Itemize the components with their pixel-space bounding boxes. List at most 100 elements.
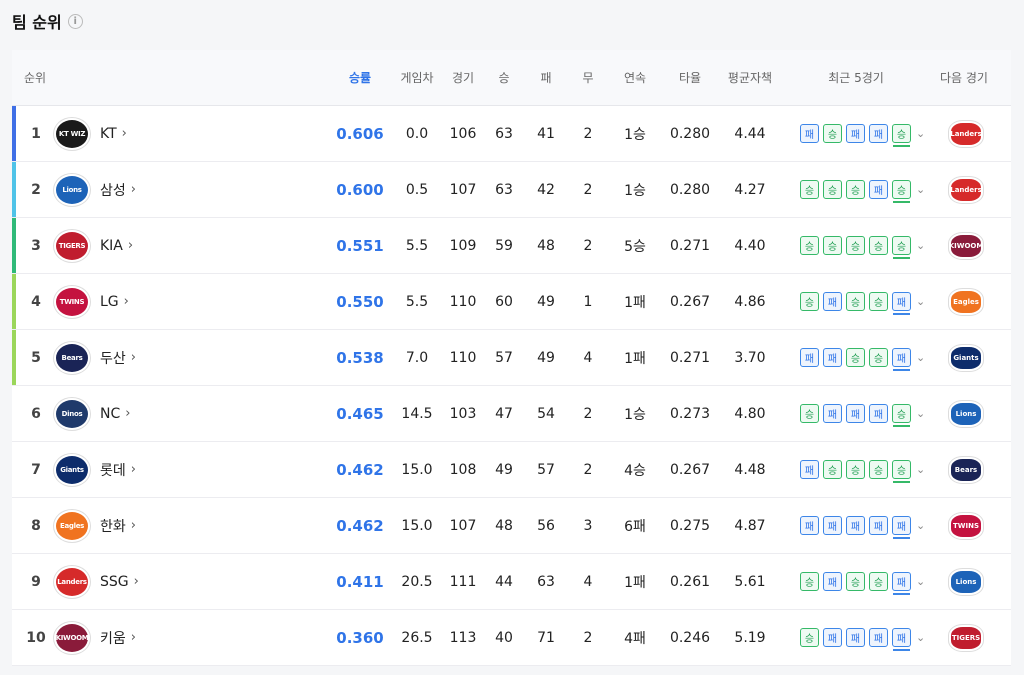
recent-game-badge: 승 [800, 404, 819, 423]
team-logo-icon: KT WIZ [54, 117, 90, 150]
next-game[interactable]: Bears [948, 442, 984, 497]
recent-game-badge: 승 [823, 180, 842, 199]
team-logo-icon: TIGERS [54, 229, 90, 262]
chevron-down-icon[interactable]: ⌄ [916, 575, 925, 588]
table-row[interactable]: 1 KT WIZ KT › 0.606 0.0 106 63 41 2 1승 0.280 4.44 패 승 패… [12, 106, 1011, 162]
next-game[interactable]: Eagles [948, 274, 984, 329]
col-avg[interactable]: 타율 [664, 50, 716, 105]
page-title: 팀 순위 i [12, 10, 83, 32]
table-row[interactable]: 4 TWINS LG › 0.550 5.5 110 60 49 1 1패 0.267 4.86 승 패 승 승… [12, 274, 1011, 330]
wins: 47 [495, 405, 513, 422]
col-era[interactable]: 평균자책 [720, 50, 780, 105]
table-row[interactable]: 3 TIGERS KIA › 0.551 5.5 109 59 48 2 5승 0.271 4.40 승 승… [12, 218, 1011, 274]
recent-game-badge: 승 [800, 572, 819, 591]
table-row[interactable]: 9 Landers SSG › 0.411 20.5 111 44 63 4 1패 0.261 5.61… [12, 554, 1011, 610]
team-logo-icon: Lions [54, 173, 90, 206]
chevron-down-icon[interactable]: ⌄ [916, 295, 925, 308]
recent-game-badge: 승 [869, 236, 888, 255]
team-link[interactable]: KT WIZ KT › [54, 106, 194, 161]
games-played: 106 [449, 125, 477, 142]
chevron-down-icon[interactable]: ⌄ [916, 127, 925, 140]
next-game[interactable]: Lions [948, 554, 984, 609]
col-recent: 최근 5경기 [828, 71, 884, 85]
recent-game-badge: 패 [800, 460, 819, 479]
team-link[interactable]: Lions 삼성 › [54, 162, 194, 217]
col-next: 다음 경기 [940, 71, 988, 85]
losses: 49 [537, 349, 555, 366]
info-icon[interactable]: i [67, 13, 83, 29]
losses: 41 [537, 125, 555, 142]
recent-game-badge: 승 [800, 236, 819, 255]
era: 4.87 [734, 517, 766, 534]
losses: 56 [537, 517, 555, 534]
next-game[interactable]: TWINS [948, 498, 984, 553]
chevron-right-icon: › [121, 126, 127, 141]
next-opponent-logo-icon: Lions [949, 568, 983, 595]
rank-number: 6 [31, 405, 41, 422]
chevron-right-icon: › [130, 462, 136, 477]
next-game[interactable]: KIWOOM [948, 218, 984, 273]
streak: 1승 [624, 126, 646, 143]
chevron-down-icon[interactable]: ⌄ [916, 631, 925, 644]
col-pct[interactable]: 승률 [330, 50, 390, 105]
table-row[interactable]: 7 Giants 롯데 › 0.462 15.0 108 49 57 2 4승 0.267 4.48 패 승… [12, 442, 1011, 498]
chevron-down-icon[interactable]: ⌄ [916, 519, 925, 532]
losses: 42 [537, 181, 555, 198]
recent-game-badge: 승 [846, 348, 865, 367]
next-game[interactable]: TIGERS [948, 610, 984, 665]
col-draws[interactable]: 무 [570, 50, 606, 105]
recent-game-badge: 패 [869, 180, 888, 199]
recent-game-badge: 패 [846, 628, 865, 647]
team-link[interactable]: Landers SSG › [54, 554, 194, 609]
streak: 1승 [624, 182, 646, 199]
col-games[interactable]: 경기 [444, 50, 482, 105]
table-row[interactable]: 5 Bears 두산 › 0.538 7.0 110 57 49 4 1패 0.271 3.70 패 패 승 승… [12, 330, 1011, 386]
col-losses[interactable]: 패 [528, 50, 564, 105]
table-row[interactable]: 8 Eagles 한화 › 0.462 15.0 107 48 56 3 6패 0.275 4.87 패 패… [12, 498, 1011, 554]
col-wins[interactable]: 승 [486, 50, 522, 105]
chevron-down-icon[interactable]: ⌄ [916, 183, 925, 196]
table-row[interactable]: 6 Dinos NC › 0.465 14.5 103 47 54 2 1승 0.273 4.80 승 패 패… [12, 386, 1011, 442]
next-opponent-logo-icon: Lions [949, 400, 983, 427]
era: 5.61 [734, 573, 766, 590]
col-streak[interactable]: 연속 [610, 50, 660, 105]
next-game[interactable]: Lions [948, 386, 984, 441]
chevron-down-icon[interactable]: ⌄ [916, 463, 925, 476]
recent-game-badge: 승 [892, 124, 911, 147]
team-link[interactable]: Bears 두산 › [54, 330, 194, 385]
team-link[interactable]: Eagles 한화 › [54, 498, 194, 553]
recent-game-badge: 패 [846, 124, 865, 143]
next-game[interactable]: Landers [948, 106, 984, 161]
recent-game-badge: 승 [846, 292, 865, 311]
team-link[interactable]: TIGERS KIA › [54, 218, 194, 273]
recent-game-badge: 승 [892, 460, 911, 483]
recent-game-badge: 패 [823, 572, 842, 591]
col-rank[interactable]: 순위 [24, 50, 54, 105]
table-body: 1 KT WIZ KT › 0.606 0.0 106 63 41 2 1승 0.280 4.44 패 승 패… [12, 106, 1011, 666]
team-link[interactable]: TWINS LG › [54, 274, 194, 329]
games-behind: 5.5 [405, 237, 429, 254]
table-row[interactable]: 2 Lions 삼성 › 0.600 0.5 107 63 42 2 1승 0.280 4.27 승 승 승 패… [12, 162, 1011, 218]
recent-game-badge: 승 [846, 180, 865, 199]
win-pct: 0.462 [336, 460, 384, 479]
recent-five-games: 승 패 패 패 승 ⌄ [800, 386, 926, 441]
team-link[interactable]: KIWOOM 키움 › [54, 610, 194, 665]
era: 4.48 [734, 461, 766, 478]
chevron-down-icon[interactable]: ⌄ [916, 407, 925, 420]
draws: 4 [583, 573, 593, 590]
table-row[interactable]: 10 KIWOOM 키움 › 0.360 26.5 113 40 71 2 4패 0.246 5.19 승… [12, 610, 1011, 666]
chevron-right-icon: › [127, 238, 134, 253]
chevron-down-icon[interactable]: ⌄ [916, 239, 925, 252]
next-game[interactable]: Giants [948, 330, 984, 385]
col-gb[interactable]: 게임차 [394, 50, 440, 105]
recent-game-badge: 승 [800, 292, 819, 311]
team-name: 한화 [100, 518, 126, 535]
team-link[interactable]: Dinos NC › [54, 386, 194, 441]
next-opponent-logo-icon: Bears [949, 456, 983, 483]
rank-number: 8 [31, 517, 41, 534]
recent-game-badge: 패 [846, 404, 865, 423]
team-link[interactable]: Giants 롯데 › [54, 442, 194, 497]
next-game[interactable]: Landers [948, 162, 984, 217]
chevron-down-icon[interactable]: ⌄ [916, 351, 925, 364]
wins: 59 [495, 237, 513, 254]
